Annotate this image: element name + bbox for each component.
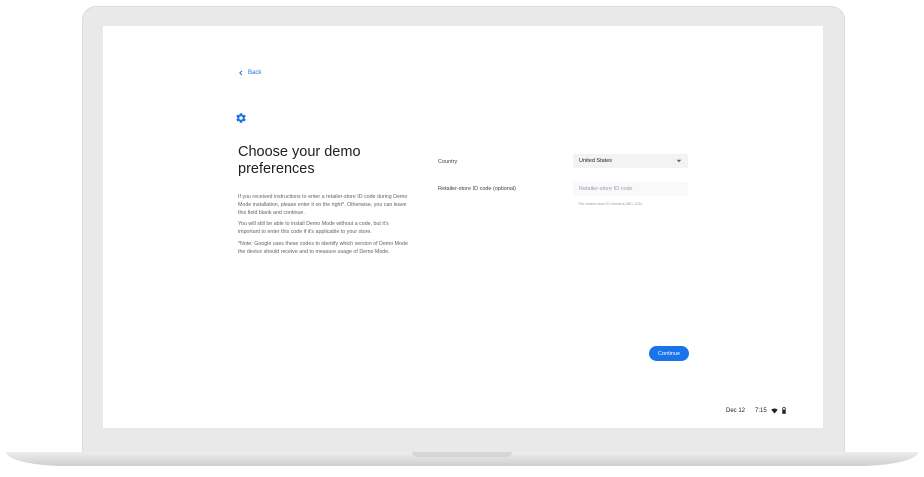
system-shelf: Dec 12 7:15: [726, 407, 786, 414]
back-button[interactable]: Back: [238, 70, 261, 76]
description-paragraph: *Note: Google uses these codes to identi…: [238, 240, 408, 255]
retailer-code-input[interactable]: [573, 182, 688, 196]
back-label: Back: [248, 70, 262, 76]
wifi-icon: [770, 407, 778, 413]
continue-button[interactable]: Continue: [649, 346, 689, 361]
gear-icon: [236, 113, 246, 123]
description-paragraph: You will still be able to install Demo M…: [238, 221, 389, 236]
time-text: 7:15: [755, 407, 767, 414]
screen: Back Choose your demo preferences If you…: [103, 26, 823, 428]
chevron-left-icon: [239, 70, 243, 76]
page-title: Choose your demo preferences: [238, 144, 361, 177]
retailer-code-label: Retailer-store ID code (optional): [438, 186, 516, 192]
description-paragraph: If you received instructions to enter a …: [238, 194, 408, 216]
laptop-base-notch: [412, 452, 512, 457]
country-select[interactable]: United States: [573, 154, 688, 168]
description: If you received instructions to enter a …: [238, 194, 408, 261]
battery-icon: [781, 407, 786, 414]
country-value: United States: [579, 158, 613, 164]
retailer-code-hint: The retailer-store ID format is ABC-1234: [578, 202, 643, 206]
date-text: Dec 12: [726, 407, 746, 414]
chevron-down-icon: [676, 159, 682, 163]
status-tray[interactable]: 7:15: [755, 407, 786, 414]
country-label: Country: [438, 159, 458, 165]
